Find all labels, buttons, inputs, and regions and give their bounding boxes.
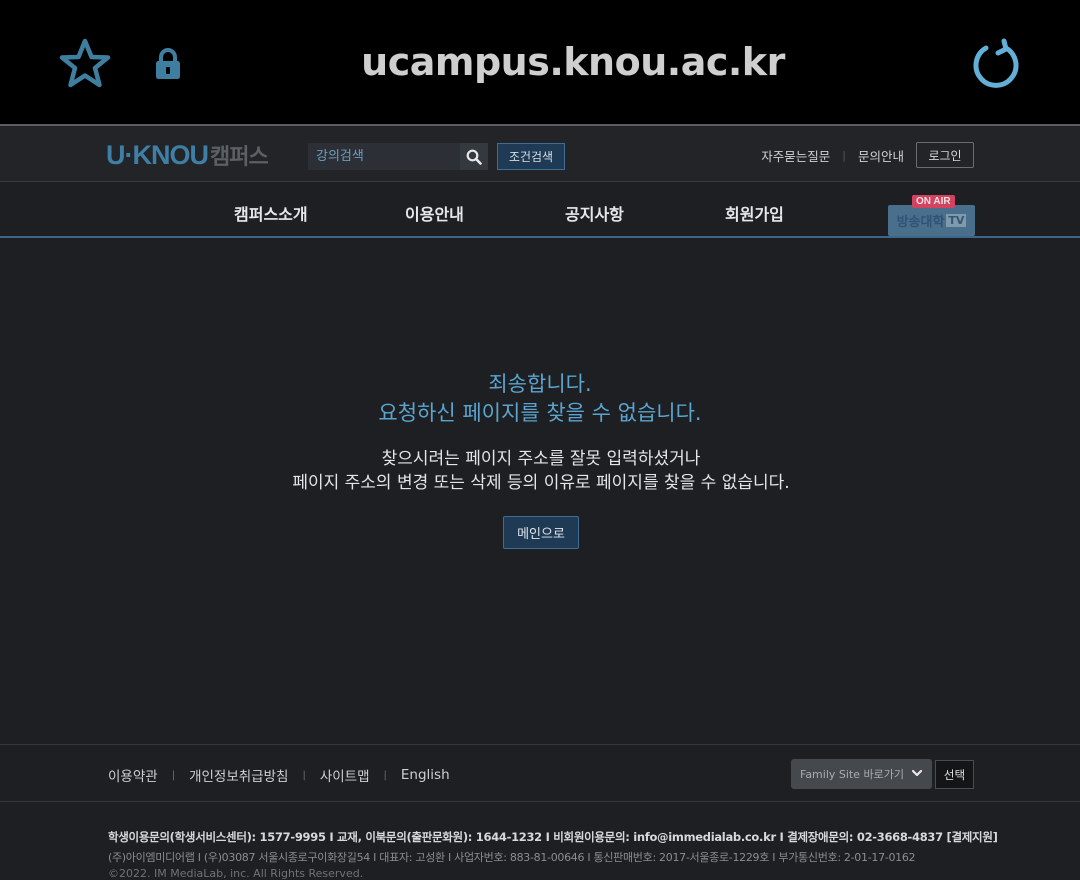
footer-link-english[interactable]: English [401,767,450,783]
tv-label: TV [946,214,967,227]
footer-copyright: ©2022. IM MediaLab, inc. All Rights Rese… [108,867,364,880]
login-button[interactable]: 로그인 [916,142,974,168]
inquiry-link[interactable]: 문의안내 [858,146,904,165]
go-main-button[interactable]: 메인으로 [503,516,579,549]
footer-link-privacy[interactable]: 개인정보취급방침 [189,765,288,785]
search-box [308,143,488,170]
error-body-line1: 찾으시려는 페이지 주소를 잘못 입력하셨거나 [381,449,701,469]
faq-link[interactable]: 자주묻는질문 [761,146,830,165]
error-title-line1: 죄송합니다. [488,372,592,396]
footer-company-info: (주)아이엠미디어랩 I (우)03087 서울시종로구이화장길54 I 대표자… [108,851,916,864]
error-title-line2: 요청하신 페이지를 찾을 수 없습니다. [378,401,702,425]
search-button[interactable] [460,143,488,170]
onair-label: 방송대학 [896,215,945,230]
nav-item-campus-intro[interactable]: 캠퍼스소개 [234,201,308,225]
separator: | [383,769,387,781]
footer-link-sitemap[interactable]: 사이트맵 [320,765,370,785]
separator: | [171,769,176,781]
footer-contact-info: 학생이용문의(학생서비스센터): 1577-9995 I 교재, 이북문의(출판… [108,830,998,844]
main-nav: 캠퍼스소개 이용안내 공지사항 회원가입 방송대학 TV ON AIR [0,182,1080,238]
separator: | [842,149,846,162]
footer-links: 이용약관 | 개인정보취급방침 | 사이트맵 | English [108,765,450,785]
nav-item-notices[interactable]: 공지사항 [565,201,624,225]
logo-sub-text: 캠퍼스 [210,145,269,170]
footer-link-terms[interactable]: 이용약관 [108,765,158,785]
url-text[interactable]: ucampus.knou.ac.kr [0,40,1080,84]
broadcast-tv-badge: 방송대학 TV [888,205,975,236]
family-site-go-button[interactable]: 선택 [935,760,974,789]
separator: | [302,769,306,781]
utility-links: 자주묻는질문 | 문의안내 [761,146,904,165]
onair-tag: ON AIR [912,195,955,208]
nav-item-usage-guide[interactable]: 이용안내 [405,201,464,225]
condition-search-button[interactable]: 조건검색 [497,143,565,170]
footer-bar: 이용약관 | 개인정보취급방침 | 사이트맵 | English Family … [0,744,1080,802]
browser-address-bar: ucampus.knou.ac.kr [0,0,1080,124]
family-site-label: Family Site 바로가기 [800,768,904,781]
error-body-line2: 페이지 주소의 변경 또는 삭제 등의 이유로 페이지를 찾을 수 없습니다. [292,473,790,493]
family-site-select[interactable]: Family Site 바로가기 [791,759,932,789]
site-header: U·KNOU 캠퍼스 조건검색 자주묻는질문 | 문의안내 로그인 [0,126,1080,182]
nav-item-signup[interactable]: 회원가입 [725,201,784,225]
site-logo[interactable]: U·KNOU 캠퍼스 [106,138,269,172]
onair-banner[interactable]: 방송대학 TV ON AIR [888,195,975,236]
search-input[interactable] [308,143,460,170]
logo-main-text: U·KNOU [106,139,209,170]
reload-icon[interactable] [970,38,1022,90]
search-icon [466,149,482,165]
chevron-down-icon [911,769,923,777]
